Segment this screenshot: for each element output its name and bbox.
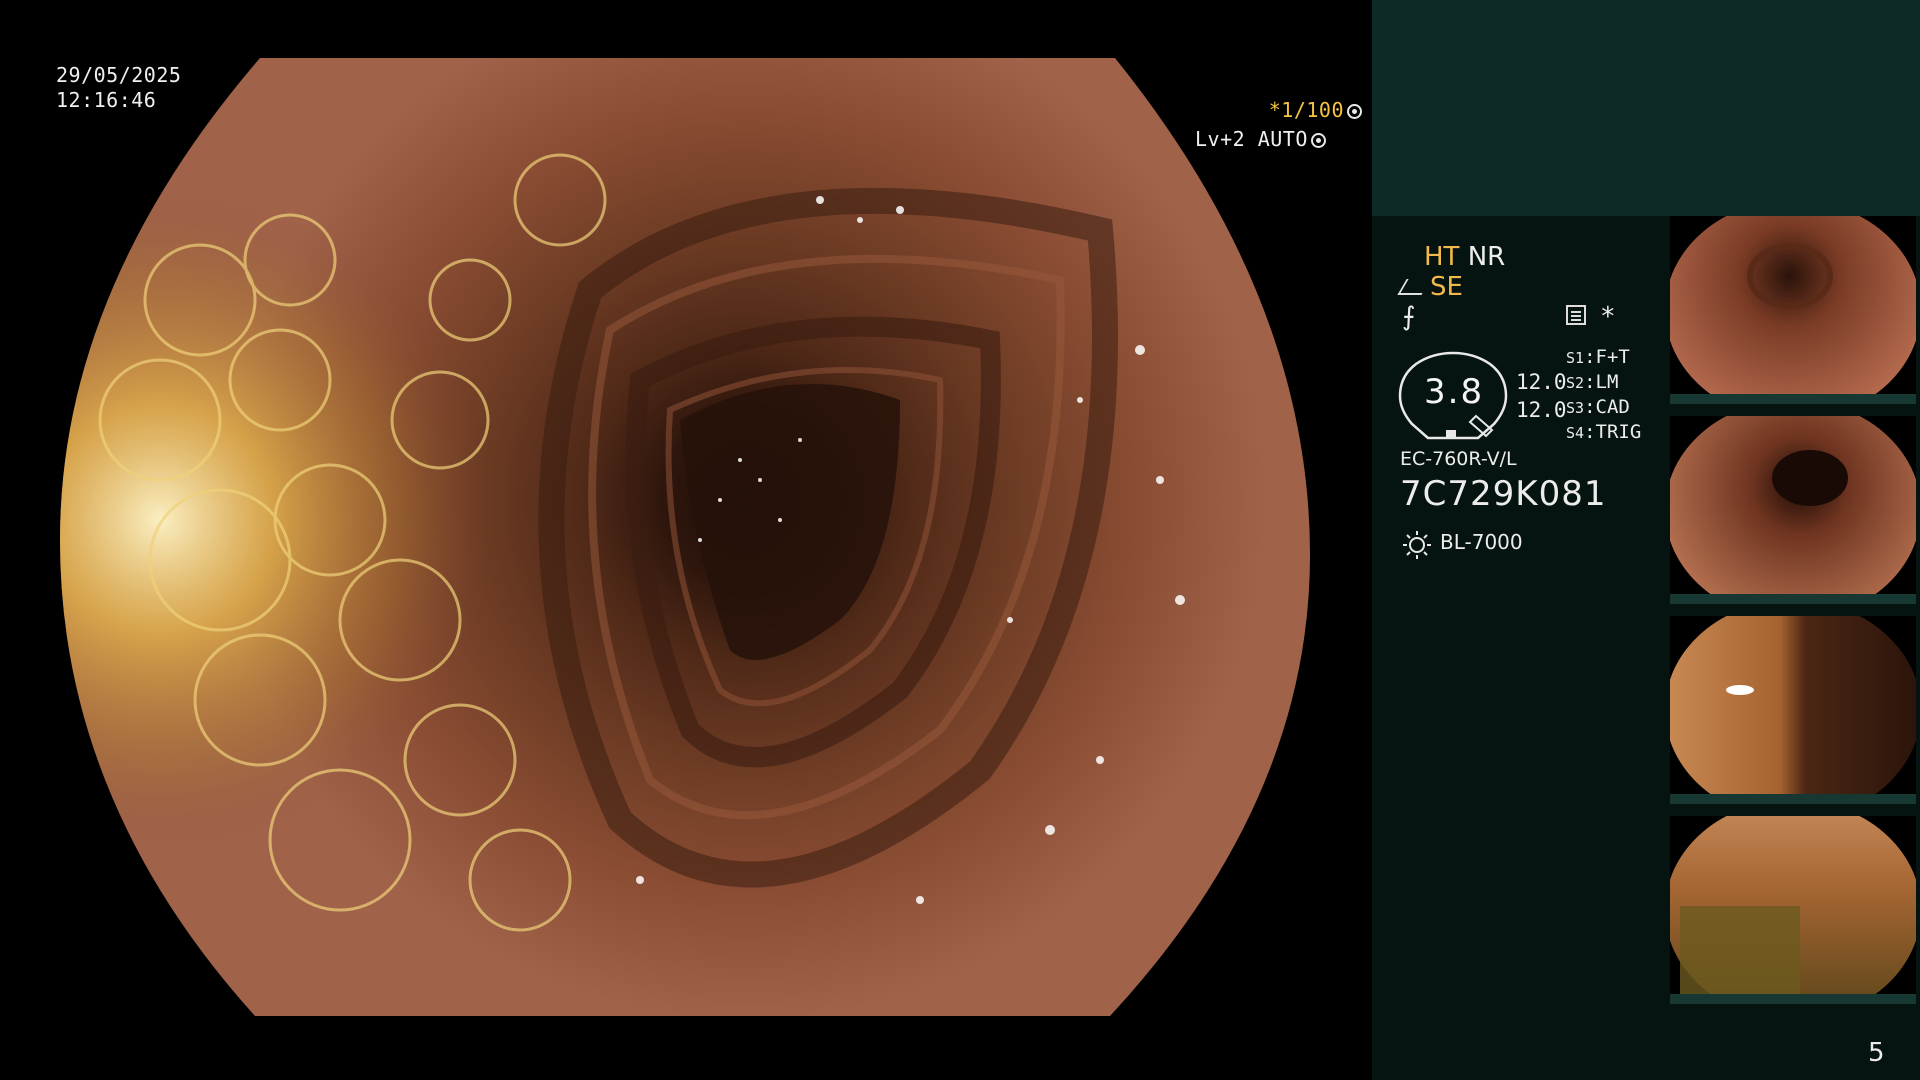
se-label: SE xyxy=(1430,272,1463,302)
datetime-display: 29/05/2025 12:16:46 xyxy=(56,63,181,113)
ht-label: HT xyxy=(1424,242,1460,272)
shutter-value: 1/100 xyxy=(1281,98,1344,122)
value-b: 12.0 xyxy=(1516,398,1567,422)
panel-header-area xyxy=(1372,0,1920,216)
thumbnail-image xyxy=(1670,416,1916,604)
ht-nr-status: HT NR xyxy=(1424,242,1505,272)
thumbnail-bar xyxy=(1670,594,1916,604)
auto-iris-icon xyxy=(1310,133,1326,148)
endoscope-view: 29/05/2025 12:16:46 *1/100 Lv+2 AUTO xyxy=(0,0,1372,1080)
endoscopic-image xyxy=(60,58,1310,1016)
thumbnail-image xyxy=(1670,816,1916,1004)
thumbnail-image xyxy=(1670,616,1916,804)
switch-s1: S1:F+T xyxy=(1566,346,1630,368)
scope-model: EC-760R-V/L xyxy=(1400,448,1517,470)
gauge-value: 3.8 xyxy=(1424,372,1485,412)
thumbnail-bar xyxy=(1670,994,1916,1004)
light-source-label: BL-7000 xyxy=(1440,530,1523,554)
f-mode-icon: ⨍ xyxy=(1402,302,1416,332)
capture-thumbnail-2[interactable] xyxy=(1670,416,1916,604)
time-text: 12:16:46 xyxy=(56,88,157,112)
switch-s2: S2:LM xyxy=(1566,371,1619,393)
switch-s3: S3:CAD xyxy=(1566,396,1630,418)
iris-icon xyxy=(1347,104,1362,119)
value-a: 12.0 xyxy=(1516,370,1567,394)
light-source-icon xyxy=(1403,531,1431,559)
brightness-level-display: Lv+2 AUTO xyxy=(1195,127,1326,152)
scope-serial: 7C729K081 xyxy=(1400,474,1607,514)
structure-enhance-icon xyxy=(1397,279,1431,295)
capture-thumbnail-1[interactable] xyxy=(1670,216,1916,404)
star-icon: * xyxy=(1600,302,1616,332)
info-panel: HT NR SE ⨍ * 3.8 12.0 12.0 S1:F+T S2:LM … xyxy=(1372,0,1920,1080)
se-status: SE xyxy=(1397,272,1463,302)
shutter-star: * xyxy=(1268,98,1282,122)
shutter-display: *1/100 xyxy=(1162,98,1362,123)
page-number: 5 xyxy=(1868,1038,1885,1068)
capture-thumbnail-4[interactable] xyxy=(1670,816,1916,1004)
level-text: Lv+2 AUTO xyxy=(1195,127,1308,151)
thumbnail-bar xyxy=(1670,794,1916,804)
switch-s4: S4:TRIG xyxy=(1566,421,1642,443)
thumbnail-image xyxy=(1670,216,1916,404)
thumbnail-bar xyxy=(1670,394,1916,404)
date-text: 29/05/2025 xyxy=(56,63,182,87)
nr-label: NR xyxy=(1467,242,1506,272)
image-mode-icon xyxy=(1566,305,1586,325)
capture-thumbnail-3[interactable] xyxy=(1670,616,1916,804)
